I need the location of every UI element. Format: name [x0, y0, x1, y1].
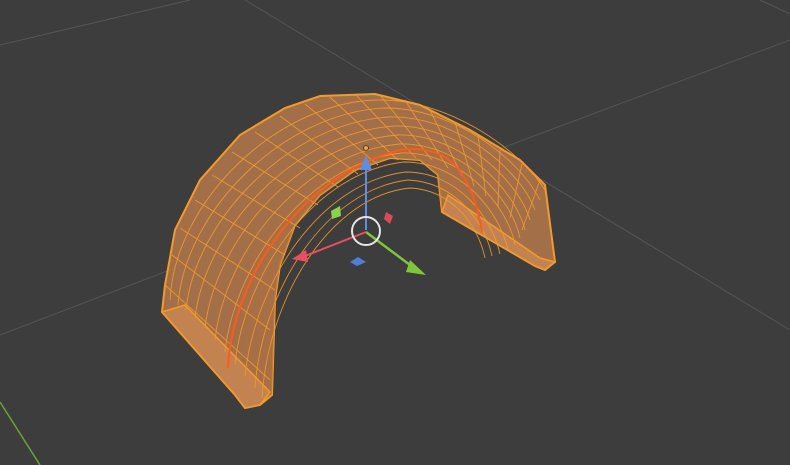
origin-dot-icon: [363, 145, 369, 151]
floor-grid: [0, 0, 790, 336]
move-arrow-y-icon[interactable]: [365, 231, 426, 275]
y-axis-line: [0, 401, 41, 465]
3d-viewport[interactable]: [0, 0, 790, 465]
move-arrow-z-icon[interactable]: [360, 155, 372, 230]
move-arrow-x-icon[interactable]: [292, 231, 367, 262]
arch-mesh[interactable]: [160, 92, 557, 410]
plane-handle-yz-icon[interactable]: [331, 206, 341, 219]
plane-handle-xz-icon[interactable]: [384, 212, 393, 224]
plane-handle-xy-icon[interactable]: [350, 257, 366, 266]
viewport-canvas[interactable]: [0, 0, 790, 465]
